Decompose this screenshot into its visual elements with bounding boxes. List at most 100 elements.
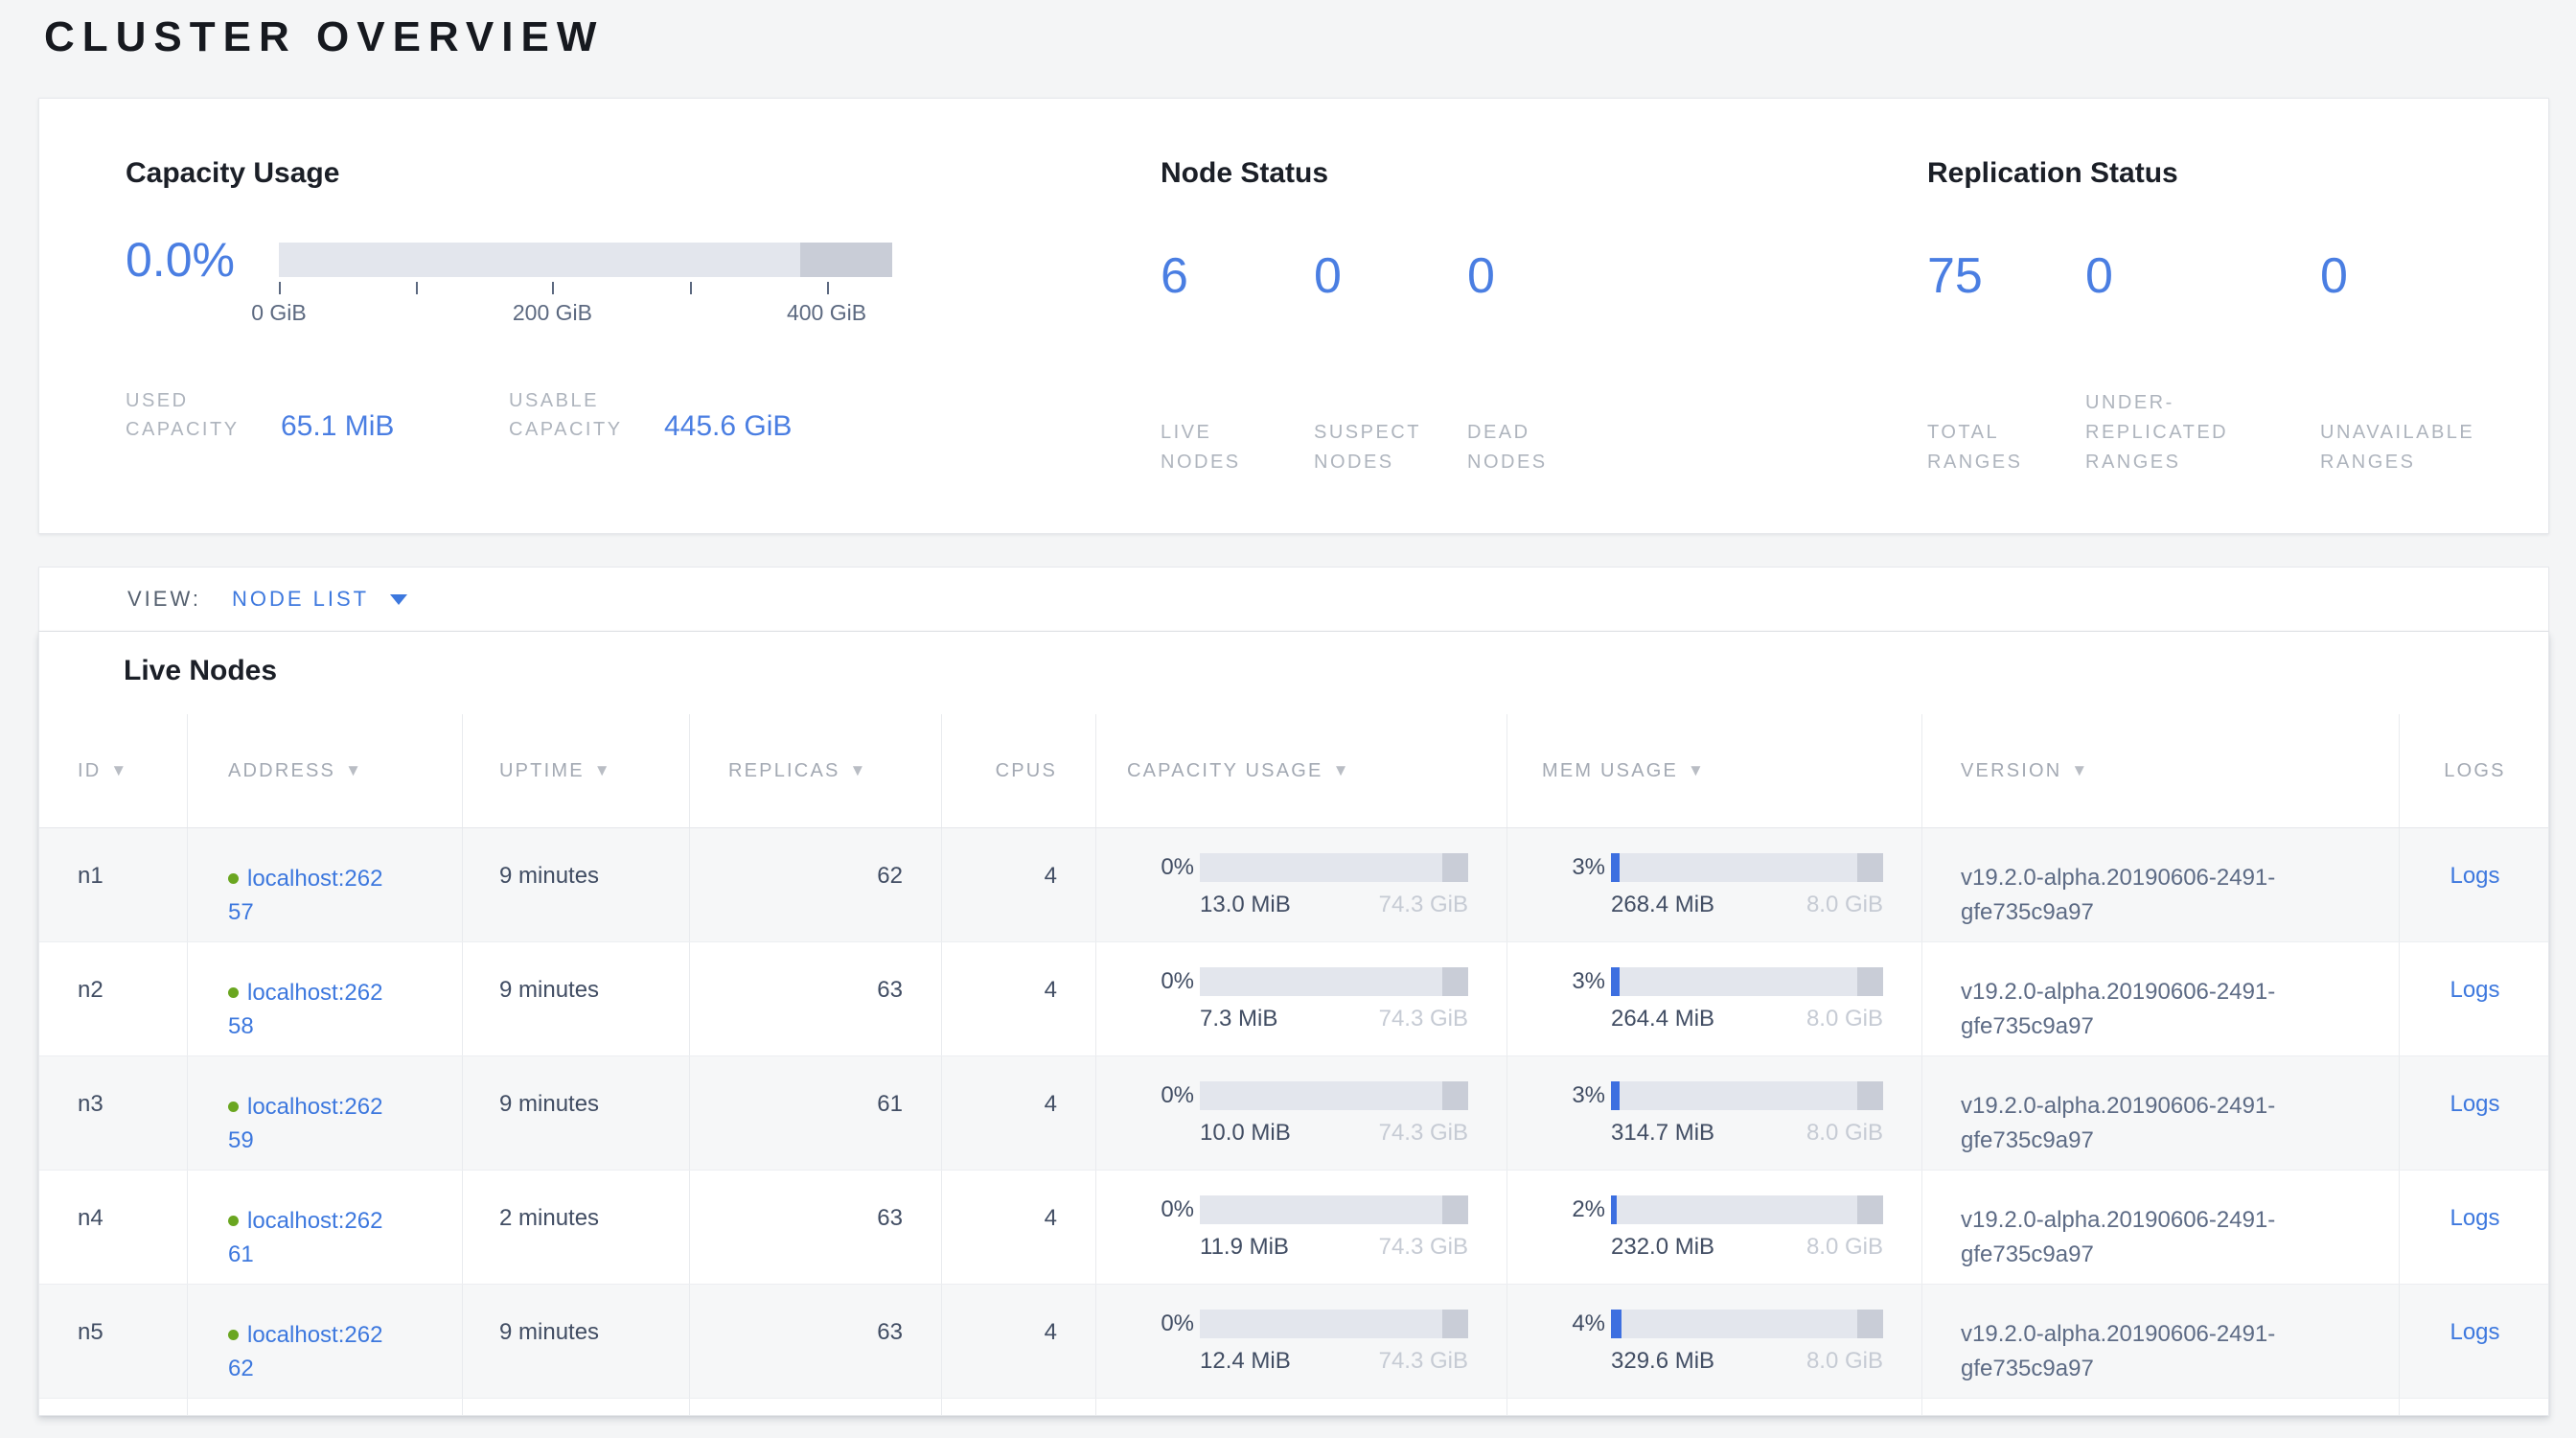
summary-stat: 0 UNDER- REPLICATED RANGES [2085,243,2320,477]
version-cell: v19.2.0-alpha.20190606-2491-gfe735c9a97 [1922,828,2400,941]
column-header-id[interactable]: ID ▼ [39,714,188,827]
column-header-label: ADDRESS [228,760,335,782]
logs-link[interactable]: Logs [2450,1205,2499,1231]
node-address-cell: localhost:26258 [188,942,463,1055]
stat-label: DEAD NODES [1467,418,1659,477]
table-row: n2 localhost:26258 9 minutes 63 4 0% 7.3… [39,942,2548,1056]
replicas-cell: 63 [690,942,942,1055]
node-address-cell: localhost:26259 [188,1056,463,1170]
column-header-capacity-usage[interactable]: CAPACITY USAGE ▼ [1096,714,1507,827]
column-header-label: VERSION [1961,760,2061,782]
node-address-link[interactable]: localhost:26261 [228,1208,382,1267]
node-status-stats: 6 LIVE NODES 0 SUSPECT NODES 0 DEAD NODE… [1161,243,1889,477]
capacity-usage-cell: 0% 11.9 MiB 74.3 GiB [1096,1171,1507,1284]
replication-status-title: Replication Status [1927,154,2576,193]
logs-link[interactable]: Logs [2450,977,2499,1003]
axis-tick-label: 0 GiB [251,300,307,326]
node-address-link[interactable]: localhost:26259 [228,1094,382,1153]
capacity-usage-bar [1200,1081,1468,1110]
column-header-address[interactable]: ADDRESS ▼ [188,714,463,827]
stat-label: UNAVAILABLE RANGES [2320,418,2569,477]
mem-total-value: 8.0 GiB [1806,1348,1883,1375]
logs-link[interactable]: Logs [2450,1091,2499,1117]
logs-link[interactable]: Logs [2450,863,2499,889]
mem-total-value: 8.0 GiB [1806,892,1883,918]
column-header-label: REPLICAS [728,760,840,782]
mem-usage-bar [1611,1195,1883,1224]
summary-stat: 6 LIVE NODES [1161,243,1314,477]
cpus-cell: 4 [942,1056,1096,1170]
capacity-percent: 0.0% [126,232,235,288]
summary-stat: 75 TOTAL RANGES [1927,243,2085,477]
logs-cell: Logs [2400,942,2550,1055]
mem-usage-cell: 3% 314.7 MiB 8.0 GiB [1507,1056,1922,1170]
capacity-percent-label: 0% [1125,854,1194,881]
stat-value: 0 [1467,243,1659,310]
live-status-dot-icon [228,1102,239,1112]
uptime-cell: 9 minutes [463,1056,690,1170]
logs-cell: Logs [2400,1171,2550,1284]
stat-label: UNDER- REPLICATED RANGES [2085,388,2320,477]
summary-stat: 0 DEAD NODES [1467,243,1659,477]
stat-value: 65.1 MiB [281,410,394,444]
stat-label: SUSPECT NODES [1314,418,1467,477]
capacity-usage-panel: Capacity Usage 0.0% 0 GiB200 GiB400 GiB … [126,154,1122,444]
capacity-reserved-segment [1442,967,1468,996]
mem-usage-fill [1611,967,1620,996]
table-row: n4 localhost:26261 2 minutes 63 4 0% 11.… [39,1171,2548,1285]
node-address-link[interactable]: localhost:26258 [228,980,382,1039]
mem-usage-bar [1611,853,1883,882]
capacity-usage-chart: 0.0% 0 GiB200 GiB400 GiB [126,243,1122,325]
column-header-version[interactable]: VERSION ▼ [1922,714,2400,827]
column-header-replicas[interactable]: REPLICAS ▼ [690,714,942,827]
capacity-used-value: 10.0 MiB [1200,1120,1291,1147]
view-label: VIEW: [127,587,201,612]
sort-arrow-icon: ▼ [850,761,868,780]
replication-status-panel: Replication Status 75 TOTAL RANGES 0 UND… [1927,154,2576,477]
stat-value: 6 [1161,243,1314,310]
sort-arrow-icon: ▼ [1333,761,1351,780]
node-id-cell: n3 [39,1056,188,1170]
mem-usage-cell: 3% 264.4 MiB 8.0 GiB [1507,942,1922,1055]
capacity-reserved-segment [1442,1081,1468,1110]
sort-arrow-icon: ▼ [345,761,363,780]
live-status-dot-icon [228,1216,239,1226]
view-selector[interactable]: NODE LIST [232,587,407,612]
view-bar: VIEW: NODE LIST [38,567,2549,632]
mem-usage-bar [1611,967,1883,996]
column-header-mem-usage[interactable]: MEM USAGE ▼ [1507,714,1922,827]
axis-tick [552,282,554,294]
live-status-dot-icon [228,987,239,998]
axis-tick-label: 400 GiB [787,300,866,326]
sort-arrow-icon: ▼ [1688,761,1706,780]
sort-arrow-icon: ▼ [110,761,128,780]
capacity-usage-bar [1200,1310,1468,1338]
mem-usage-fill [1611,1081,1620,1110]
live-nodes-card: Live Nodes ID ▼ ADDRESS ▼ UPTIME ▼ REPLI… [38,632,2549,1416]
logs-cell: Logs [2400,828,2550,941]
capacity-bar [279,243,892,277]
column-header-cpus: CPUS [942,714,1096,827]
cpus-cell: 4 [942,828,1096,941]
version-value: v19.2.0-alpha.20190606-2491-gfe735c9a97 [1961,1056,2291,1158]
node-address-cell: localhost:26257 [188,828,463,941]
live-nodes-title: Live Nodes [39,632,2548,714]
capacity-percent-label: 0% [1125,968,1194,995]
version-value: v19.2.0-alpha.20190606-2491-gfe735c9a97 [1961,942,2291,1044]
logs-link[interactable]: Logs [2450,1319,2499,1345]
capacity-axis-ticks [279,282,892,295]
replicas-cell: 63 [690,1171,942,1284]
capacity-usage-title: Capacity Usage [126,154,1122,193]
capacity-percent-label: 0% [1125,1310,1194,1337]
column-header-uptime[interactable]: UPTIME ▼ [463,714,690,827]
node-address-link[interactable]: localhost:26262 [228,1322,382,1381]
mem-percent-label: 3% [1536,968,1605,995]
stat-value: 0 [2320,243,2569,310]
capacity-reserved-segment [1442,1195,1468,1224]
mem-usage-cell: 2% 232.0 MiB 8.0 GiB [1507,1171,1922,1284]
node-address-link[interactable]: localhost:26257 [228,866,382,925]
capacity-usage-cell: 0% 10.0 MiB 74.3 GiB [1096,1056,1507,1170]
column-header-logs: LOGS [2400,714,2550,827]
column-header-label: LOGS [2444,760,2505,782]
mem-used-value: 264.4 MiB [1611,1006,1714,1032]
